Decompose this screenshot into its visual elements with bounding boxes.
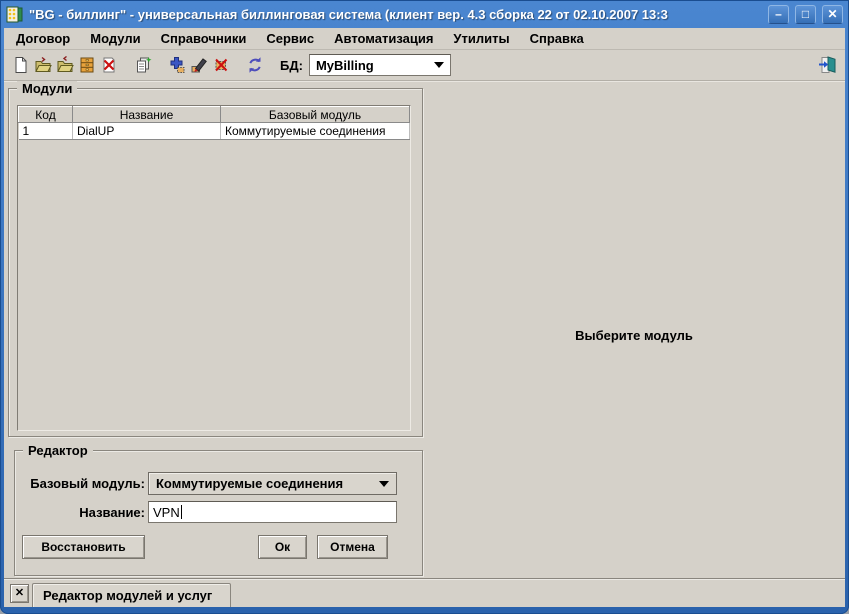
tab-close-icon[interactable]: ✕ <box>10 584 29 603</box>
close-button[interactable]: ✕ <box>822 5 843 24</box>
menu-spravka[interactable]: Справка <box>520 29 594 48</box>
db-label: БД: <box>280 58 303 73</box>
copy-paste-icon[interactable] <box>132 54 154 76</box>
chevron-down-icon <box>434 62 444 68</box>
open-folder-icon[interactable] <box>32 54 54 76</box>
menu-dogovor[interactable]: Договор <box>6 29 80 48</box>
minimize-button[interactable]: – <box>768 5 789 24</box>
name-input-value: VPN <box>153 505 180 520</box>
delete-document-icon[interactable] <box>98 54 120 76</box>
editor-panel: Редактор Базовый модуль: Коммутируемые с… <box>14 450 423 576</box>
delete-record-icon[interactable] <box>210 54 232 76</box>
window-title: "BG - биллинг" - универсальная биллингов… <box>29 7 762 22</box>
app-window: "BG - биллинг" - универсальная биллингов… <box>0 0 849 614</box>
archive-drawers-icon[interactable] <box>76 54 98 76</box>
bottom-tab-bar: ✕ Редактор модулей и услуг <box>4 578 845 607</box>
app-body: Договор Модули Справочники Сервис Автома… <box>4 28 845 607</box>
column-header-base-module[interactable]: Базовый модуль <box>221 107 410 123</box>
modules-panel-title: Модули <box>17 81 77 96</box>
select-module-message: Выберите модуль <box>423 328 845 343</box>
add-record-icon[interactable] <box>166 54 188 76</box>
ok-button[interactable]: Ок <box>258 535 307 559</box>
db-selected-value: MyBilling <box>316 58 374 73</box>
tab-module-editor[interactable]: Редактор модулей и услуг <box>32 583 231 607</box>
new-document-icon[interactable] <box>10 54 32 76</box>
menu-utility[interactable]: Утилиты <box>443 29 519 48</box>
refresh-icon[interactable] <box>244 54 266 76</box>
app-logo-icon <box>6 6 23 23</box>
name-label: Название: <box>23 505 145 520</box>
menu-bar: Договор Модули Справочники Сервис Автома… <box>4 28 845 50</box>
cell-base-module[interactable]: Коммутируемые соединения <box>221 123 410 140</box>
titlebar[interactable]: "BG - биллинг" - универсальная биллингов… <box>0 0 849 28</box>
cell-name[interactable]: DialUP <box>73 123 221 140</box>
base-module-label: Базовый модуль: <box>23 476 145 491</box>
modules-panel: Модули Код Название Базовый модуль <box>8 88 423 437</box>
modules-table-header-row: Код Название Базовый модуль <box>19 107 410 123</box>
cancel-button[interactable]: Отмена <box>317 535 388 559</box>
table-row[interactable]: 1 DialUP Коммутируемые соединения <box>19 123 410 140</box>
db-select[interactable]: MyBilling <box>309 54 451 76</box>
column-header-name[interactable]: Название <box>73 107 221 123</box>
base-module-select[interactable]: Коммутируемые соединения <box>148 472 397 495</box>
editor-panel-title: Редактор <box>23 443 93 458</box>
cell-code[interactable]: 1 <box>19 123 73 140</box>
exit-icon[interactable] <box>817 54 839 76</box>
toolbar: БД: MyBilling <box>4 50 845 81</box>
client-area: Модули Код Название Базовый модуль <box>4 81 845 578</box>
chevron-down-icon <box>379 481 389 487</box>
modules-table-viewport[interactable]: Код Название Базовый модуль 1 DialUP Ком… <box>17 105 411 431</box>
modules-table: Код Название Базовый модуль 1 DialUP Ком… <box>18 106 410 140</box>
edit-record-icon[interactable] <box>188 54 210 76</box>
column-header-code[interactable]: Код <box>19 107 73 123</box>
restore-button[interactable]: Восстановить <box>22 535 145 559</box>
menu-avtomatizacia[interactable]: Автоматизация <box>324 29 443 48</box>
text-cursor <box>181 505 182 519</box>
name-input[interactable]: VPN <box>148 501 397 523</box>
menu-servis[interactable]: Сервис <box>256 29 324 48</box>
maximize-button[interactable]: □ <box>795 5 816 24</box>
menu-moduli[interactable]: Модули <box>80 29 150 48</box>
menu-spravochniki[interactable]: Справочники <box>151 29 257 48</box>
base-module-selected-value: Коммутируемые соединения <box>156 476 343 491</box>
import-folder-icon[interactable] <box>54 54 76 76</box>
